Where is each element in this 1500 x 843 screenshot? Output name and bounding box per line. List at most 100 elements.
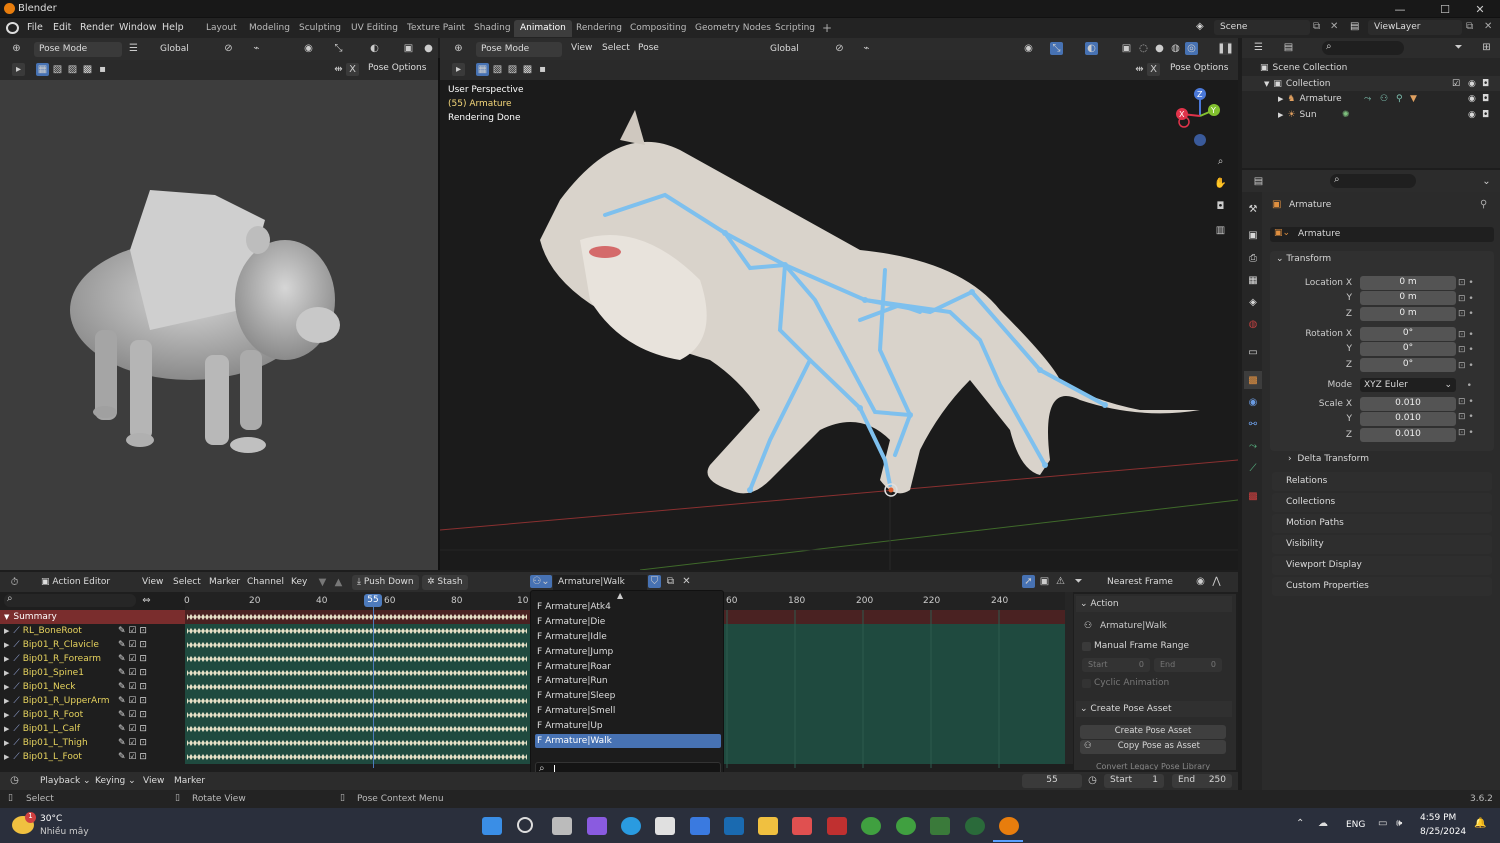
include-checkbox[interactable]: ☑ [1452, 79, 1460, 89]
main-select-intersect-icon[interactable]: ▪ [536, 63, 549, 76]
preview-range-icon[interactable]: ◷ [1086, 774, 1099, 787]
channel-row[interactable]: ▶ ⟋ Bip01_R_Foot ✎ ☑ ⊡ [0, 708, 185, 722]
channel-row[interactable]: ▶ ⟋ Bip01_Spine1 ✎ ☑ ⊡ [0, 666, 185, 680]
rotation-z-field[interactable]: 0° [1360, 358, 1456, 372]
select-subtract-icon[interactable]: ▨ [66, 63, 79, 76]
select-tool-icon[interactable]: ▸ [12, 63, 25, 76]
expand-arrow-icon[interactable]: ▶ [4, 641, 9, 649]
rotation-y-field[interactable]: 0° [1360, 342, 1456, 356]
object-name-field[interactable]: ▣⌄ Armature [1270, 227, 1494, 242]
action-item-run[interactable]: F Armature|Run [535, 674, 721, 688]
pose-icon[interactable]: ⤳ [1364, 94, 1371, 104]
physics-tab-icon[interactable]: ◉ [1244, 393, 1262, 411]
lock-icon[interactable]: ⊡ • [1458, 292, 1488, 308]
expand-arrow-icon[interactable]: ▶ [4, 753, 9, 761]
scale-z-field[interactable]: 0.010 [1360, 428, 1456, 442]
world-tab-icon[interactable]: ◍ [1244, 315, 1262, 333]
select-box-icon[interactable]: ▦ [36, 63, 49, 76]
modifier-icon[interactable]: ⚲ [1396, 94, 1403, 104]
perspective-toggle-icon[interactable]: ▥ [1214, 224, 1227, 237]
cyclic-checkbox[interactable] [1082, 679, 1091, 688]
camera-icon[interactable]: ◘ [1482, 79, 1489, 89]
network-icon[interactable]: ▭ [1378, 818, 1387, 829]
overlay-icon[interactable]: ◐ [368, 42, 381, 55]
main-mode-selector[interactable]: Pose Mode [476, 42, 562, 57]
new-collection-icon[interactable]: ⊞ [1480, 41, 1493, 54]
location-z-field[interactable]: 0 m [1360, 307, 1456, 321]
lock-icon[interactable]: ⊡ • [1458, 328, 1488, 344]
main-xray-icon[interactable]: ▣ [1120, 42, 1133, 55]
lock-icon[interactable]: ⊡ • [1458, 410, 1488, 426]
channel-toggles[interactable]: ✎ ☑ ⊡ [118, 654, 147, 664]
shading-solid-icon[interactable]: ● [422, 42, 435, 55]
xray-icon[interactable]: ▣ [402, 42, 415, 55]
language-indicator[interactable]: ENG [1346, 820, 1365, 830]
main-x-mirror-toggle[interactable]: X [1147, 63, 1160, 76]
expand-arrow-icon[interactable]: ▶ [4, 627, 9, 635]
action-item-walk[interactable]: F Armature|Walk [535, 734, 721, 748]
only-errors-icon[interactable]: ⚠ [1054, 575, 1067, 588]
left-mode-selector[interactable]: Pose Mode [34, 42, 122, 57]
pose-asset-panel-header[interactable]: ⌄ Create Pose Asset [1076, 701, 1232, 717]
workspace-tab-sculpting[interactable]: Sculpting [293, 20, 347, 37]
main-editor-type-icon[interactable]: ⊕ [452, 42, 465, 55]
visibility-icon[interactable]: ◉ [302, 42, 315, 55]
camera-icon[interactable]: ◘ [1482, 110, 1489, 120]
main-select-box-icon[interactable]: ▦ [476, 63, 489, 76]
ae-scrollbar[interactable] [1065, 592, 1073, 764]
start-menu-icon[interactable] [482, 817, 502, 835]
zoom-icon[interactable]: ⌕ [1214, 155, 1227, 168]
expand-arrow-icon[interactable]: ▶ [4, 725, 9, 733]
proportional-icon[interactable]: ◉ [1194, 575, 1207, 588]
lock-icon[interactable]: ⊡ • [1458, 426, 1488, 442]
channel-toggles[interactable]: ✎ ☑ ⊡ [118, 752, 147, 762]
channel-row[interactable]: ▶ ⟋ Bip01_R_Clavicle ✎ ☑ ⊡ [0, 638, 185, 652]
expand-arrow-icon[interactable]: ▼ [4, 613, 9, 621]
outliner-row-scene-collection[interactable]: ▣ Scene Collection [1242, 60, 1500, 75]
expand-arrow-icon[interactable]: ▶ [4, 711, 9, 719]
pause-render-icon[interactable]: ❚❚ [1217, 42, 1234, 55]
pivot-icon[interactable]: ⊘ [222, 42, 235, 55]
select-extend-icon[interactable]: ▧ [51, 63, 64, 76]
channel-row[interactable]: ▶ ⟋ Bip01_R_Forearm ✎ ☑ ⊡ [0, 652, 185, 666]
app-green-icon[interactable] [930, 817, 950, 835]
bone-tab-icon[interactable]: ⟋ [1244, 459, 1262, 477]
eye-icon[interactable]: ◉ [1468, 110, 1476, 120]
action-item-jump[interactable]: F Armature|Jump [535, 645, 721, 659]
material-icon[interactable]: ▼ [1410, 94, 1417, 104]
workspace-tab-animation[interactable]: Animation [514, 20, 572, 37]
channel-row[interactable]: ▶ ⟋ Bip01_L_Thigh ✎ ☑ ⊡ [0, 736, 185, 750]
expand-arrow-icon[interactable]: ▶ [4, 669, 9, 677]
expand-arrow-icon[interactable]: ▶ [1278, 111, 1283, 119]
scale-y-field[interactable]: 0.010 [1360, 412, 1456, 426]
lock-icon[interactable]: ⊡ • [1458, 307, 1488, 323]
start-field[interactable]: Start 1 [1104, 774, 1164, 788]
main-viewport[interactable]: User Perspective (55) Armature Rendering… [440, 80, 1238, 570]
channel-toggles[interactable]: ✎ ☑ ⊡ [118, 710, 147, 720]
data-tab-icon[interactable]: ⤳ [1244, 437, 1262, 455]
volume-icon[interactable]: 🕪 [1396, 818, 1402, 829]
properties-search-input[interactable]: ⌕ [1330, 174, 1416, 188]
minimize-button[interactable]: — [1380, 0, 1420, 18]
blender-taskbar-icon[interactable] [999, 817, 1019, 835]
swap-channels-icon[interactable]: ⇔ [140, 594, 153, 607]
action-item-idle[interactable]: F Armature|Idle [535, 630, 721, 644]
channel-search-input[interactable]: ⌕ [4, 593, 136, 607]
main-menu-view[interactable]: View [571, 43, 592, 53]
ae-menu-select[interactable]: Select [173, 577, 201, 587]
app-m-icon[interactable] [827, 817, 847, 835]
keyframe-dot[interactable]: • [1458, 379, 1488, 395]
fake-user-shield-icon[interactable]: ⛉ [648, 575, 661, 588]
camera-icon[interactable]: ◘ [1482, 94, 1489, 104]
render-tab-icon[interactable]: ▣ [1244, 226, 1262, 244]
edge-icon[interactable] [621, 817, 641, 835]
outliner-row-collection[interactable]: ▼ ▣ Collection ☑ ◉ ◘ [1242, 76, 1500, 91]
hamburger-menu-icon[interactable]: ☰ [127, 42, 140, 55]
playback-menu[interactable]: Playback ⌄ [40, 776, 91, 786]
gizmo-icon[interactable]: ⤡ [332, 42, 345, 55]
workspace-tab-shading[interactable]: Shading [468, 20, 517, 37]
action-item-roar[interactable]: F Armature|Roar [535, 660, 721, 674]
expand-arrow-icon[interactable]: ▶ [4, 655, 9, 663]
add-workspace-icon[interactable]: + [822, 21, 832, 35]
start-frame-field[interactable]: Start 0 [1082, 658, 1150, 672]
